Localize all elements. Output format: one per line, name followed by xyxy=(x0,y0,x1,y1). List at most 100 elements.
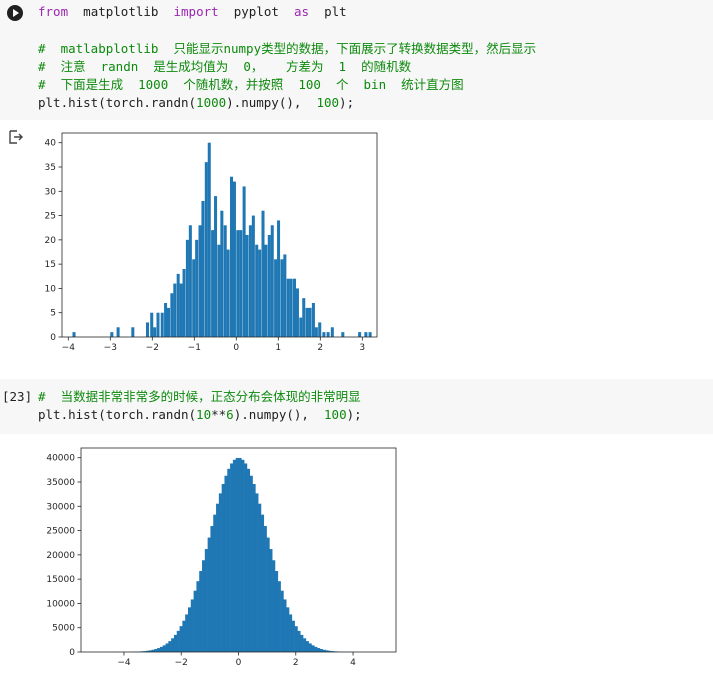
histogram-bar xyxy=(244,463,248,652)
module-name: matplotlib xyxy=(83,4,159,19)
histogram-bar xyxy=(72,332,76,337)
histogram-bar xyxy=(293,278,297,337)
histogram-bar xyxy=(182,269,186,337)
play-circle-icon[interactable] xyxy=(7,5,23,21)
histogram-bar xyxy=(204,549,208,652)
histogram-bar xyxy=(232,459,236,652)
histogram-bar xyxy=(202,560,206,652)
y-tick-label: 25000 xyxy=(46,527,75,537)
histogram-bar xyxy=(280,259,284,337)
x-tick-label: 4 xyxy=(350,658,356,668)
x-tick-label: −2 xyxy=(175,658,188,668)
y-tick-label: 10 xyxy=(45,284,57,294)
histogram-bar xyxy=(252,483,256,652)
histogram-bar xyxy=(214,196,218,337)
histogram-bar xyxy=(220,210,224,337)
histogram-bar xyxy=(291,620,295,652)
histogram-bar xyxy=(283,599,287,652)
histogram-bar xyxy=(266,537,270,652)
histogram-bar xyxy=(210,526,214,652)
x-tick-label: 1 xyxy=(275,343,281,353)
histogram-bar xyxy=(207,142,211,337)
code-text: ); xyxy=(346,407,362,423)
code-text: plt.hist(torch.randn( xyxy=(38,407,197,423)
histogram-bar xyxy=(251,215,255,337)
x-tick-label: −3 xyxy=(104,343,117,353)
histogram-bar xyxy=(230,463,234,652)
code-text: ).numpy(), xyxy=(233,407,325,423)
histogram-bar xyxy=(185,239,189,337)
histogram-bar xyxy=(294,626,298,652)
histogram-bar xyxy=(261,210,265,337)
histogram-bar xyxy=(156,312,160,337)
x-tick-label: 0 xyxy=(233,343,239,353)
histogram-bar xyxy=(217,244,221,337)
y-tick-label: 20 xyxy=(45,236,57,246)
code-editor-2[interactable]: # 当数据非常非常多的时候，正态分布会体现的非常明显 plt.hist(torc… xyxy=(38,388,362,425)
x-tick-label: −4 xyxy=(117,658,131,668)
alias-name: plt xyxy=(324,4,347,19)
histogram-bar xyxy=(230,176,234,337)
histogram-bar xyxy=(267,235,271,337)
histogram-bar xyxy=(162,645,166,652)
code-text: ).numpy(), xyxy=(226,95,317,111)
histogram-bar xyxy=(116,327,120,337)
histogram-bar xyxy=(258,249,262,337)
histogram-bar xyxy=(308,643,312,652)
y-tick-label: 30000 xyxy=(46,502,75,512)
execution-count: [23] xyxy=(2,389,33,404)
histogram-bar xyxy=(272,560,276,652)
code-text: ); xyxy=(339,95,355,111)
histogram-bar xyxy=(223,225,227,337)
histogram-bar xyxy=(317,648,321,652)
y-tick-label: 10000 xyxy=(46,599,75,609)
histogram-bar xyxy=(270,225,274,337)
histogram-bar xyxy=(154,649,158,652)
histogram-bar xyxy=(204,162,208,337)
histogram-bar xyxy=(330,327,334,337)
histogram-bar xyxy=(314,327,318,337)
histogram-bar xyxy=(289,278,293,337)
code-editor-1[interactable]: from matplotlib import pyplot as plt # m… xyxy=(38,3,536,113)
code-text: plt.hist(torch.randn( xyxy=(38,95,197,111)
histogram-bar xyxy=(248,225,252,337)
histogram-bar xyxy=(260,514,265,652)
histogram-bar xyxy=(185,614,189,652)
histogram-bar xyxy=(157,648,161,652)
histogram-bar xyxy=(173,634,178,652)
histogram-bar xyxy=(242,186,246,337)
histogram-bar xyxy=(170,293,174,337)
histogram-bar xyxy=(311,645,315,652)
histogram-bar xyxy=(160,312,164,337)
histogram-bar xyxy=(302,298,306,337)
histogram-bar xyxy=(182,620,186,652)
submodule-name: pyplot xyxy=(233,4,279,19)
keyword: import xyxy=(173,4,219,19)
histogram-bar xyxy=(199,571,203,652)
histogram-bar xyxy=(314,646,318,652)
histogram-bar xyxy=(227,468,231,652)
x-tick-label: −2 xyxy=(146,343,159,353)
y-tick-label: 35000 xyxy=(46,478,75,488)
y-tick-label: 0 xyxy=(50,333,56,343)
histogram-bar xyxy=(311,303,315,337)
histogram-bar xyxy=(110,332,114,337)
histogram-bar xyxy=(195,239,199,337)
y-tick-label: 20000 xyxy=(46,551,75,561)
histogram-bar xyxy=(308,307,312,337)
histogram-bar xyxy=(326,332,330,337)
x-tick-label: −1 xyxy=(188,343,201,353)
histogram-bar xyxy=(224,475,228,652)
histogram-bar xyxy=(232,181,236,337)
histogram-bar xyxy=(297,630,301,652)
histogram-bar xyxy=(305,641,309,652)
histogram-bar xyxy=(216,503,220,652)
y-tick-label: 40000 xyxy=(46,454,75,464)
histogram-bar xyxy=(274,259,278,337)
histogram-bar xyxy=(246,468,251,652)
histogram-bar xyxy=(255,244,259,337)
code-comment: # 注意 randn 是生成均值为 0， 方差为 1 的随机数 xyxy=(38,58,412,74)
histogram-bar xyxy=(236,230,240,337)
histogram-bar xyxy=(201,201,205,337)
histogram-bar xyxy=(300,634,304,652)
